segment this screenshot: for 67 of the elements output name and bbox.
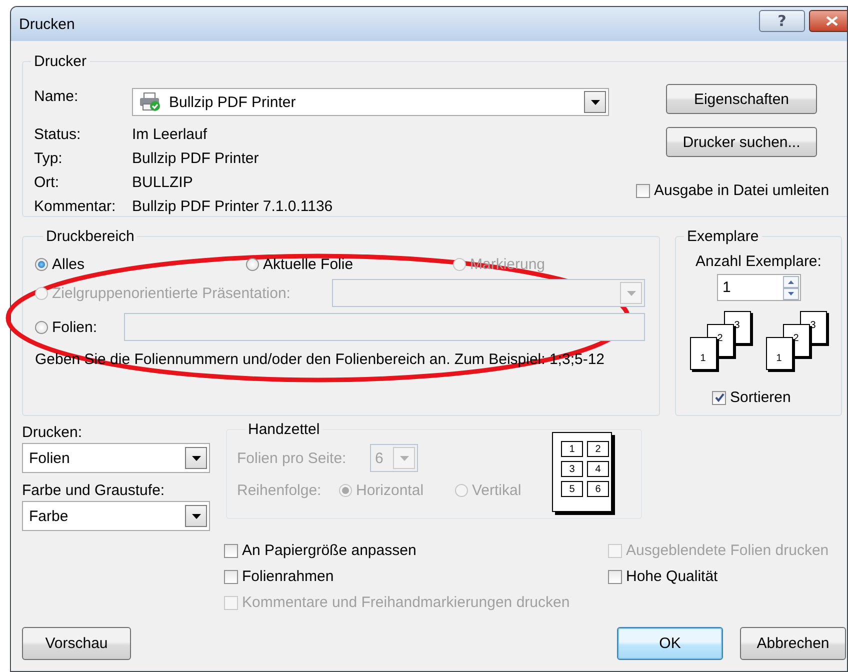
checkbox-label: Kommentare und Freihandmarkierungen drucken	[242, 594, 570, 611]
caret-icon	[192, 456, 200, 460]
checkbox-label: Sortieren	[730, 389, 791, 406]
checkbox[interactable]	[712, 390, 726, 404]
slot-number: 5	[561, 481, 583, 497]
info-label: Kommentar:	[34, 198, 117, 214]
group-title: Exemplare	[686, 228, 760, 245]
close-button[interactable]	[809, 10, 847, 32]
push-button[interactable]: Drucker suchen...	[666, 127, 817, 157]
checkbox[interactable]	[224, 544, 238, 558]
dialog-button[interactable]: Abbrechen	[740, 627, 846, 660]
help-button[interactable]: ?	[759, 10, 805, 32]
printer-icon	[139, 92, 161, 112]
checkbox-label: Ausgeblendete Folien drucken	[626, 542, 829, 559]
radio-label: Vertikal	[472, 482, 522, 498]
checkbox-label: Hohe Qualität	[626, 568, 718, 585]
group-title: Drucker	[33, 53, 88, 70]
radio-button[interactable]	[35, 320, 48, 334]
radio-button[interactable]	[35, 258, 48, 270]
spin-field[interactable]: 1	[716, 274, 800, 301]
info-label: Ort:	[34, 174, 60, 190]
slot-number: 1	[561, 441, 583, 457]
group-title: Handzettel	[247, 421, 321, 438]
caret-icon	[590, 100, 600, 104]
radio-label: Zielgruppenorientierte Präsentation:	[52, 284, 290, 302]
radio-label: Folien:	[52, 318, 98, 336]
slot-number: 6	[587, 481, 609, 497]
slot-number: 2	[587, 441, 609, 457]
checkbox-label: An Papiergröße anpassen	[242, 542, 416, 559]
close-icon	[826, 16, 838, 26]
field-label: Farbe und Graustufe:	[22, 480, 166, 500]
push-button[interactable]: Eigenschaften	[666, 84, 817, 114]
info-value: Bullzip PDF Printer	[132, 150, 259, 166]
field-label: Drucken:	[22, 422, 84, 442]
radio-label: Alles	[52, 256, 85, 272]
info-value: Im Leerlauf	[132, 126, 208, 142]
info-label: Typ:	[34, 150, 64, 166]
checkbox-label: Ausgabe in Datei umleiten	[654, 182, 830, 199]
checkbox[interactable]	[224, 570, 238, 584]
field-label: Name:	[34, 88, 80, 105]
dropdown[interactable]: Bullzip PDF Printer	[132, 88, 609, 116]
info-value: BULLZIP	[132, 174, 193, 190]
checkbox-label: Folienrahmen	[242, 568, 334, 585]
info-label: Status:	[34, 126, 82, 142]
info-value: Bullzip PDF Printer 7.1.0.1136	[132, 198, 333, 214]
group-title: Druckbereich	[45, 228, 136, 245]
dropdown[interactable]: Folien	[22, 443, 210, 473]
field-label: Folien pro Seite:	[237, 450, 348, 466]
input-field[interactable]	[124, 313, 645, 341]
field-label: Anzahl Exemplare:	[694, 253, 822, 270]
caret-icon	[626, 290, 636, 296]
dialog-button[interactable]: Vorschau	[22, 627, 131, 660]
caret-icon	[192, 514, 200, 518]
caret-icon	[400, 456, 408, 460]
checkbox[interactable]	[608, 570, 622, 584]
dialog-button[interactable]: OK	[617, 627, 723, 660]
radio-label: Horizontal	[356, 482, 424, 498]
spin-arrows-icon[interactable]	[782, 276, 798, 300]
field-label: Reihenfolge:	[237, 482, 322, 498]
slot-number: 3	[561, 461, 583, 477]
window-title: Drucken	[19, 16, 75, 32]
slot-number: 4	[587, 461, 609, 477]
page-sheet: 1	[690, 337, 716, 370]
dropdown[interactable]: Farbe	[22, 501, 210, 531]
radio-label: Aktuelle Folie	[263, 256, 354, 272]
page-sheet: 1	[766, 337, 792, 370]
checkbox[interactable]	[636, 184, 650, 198]
